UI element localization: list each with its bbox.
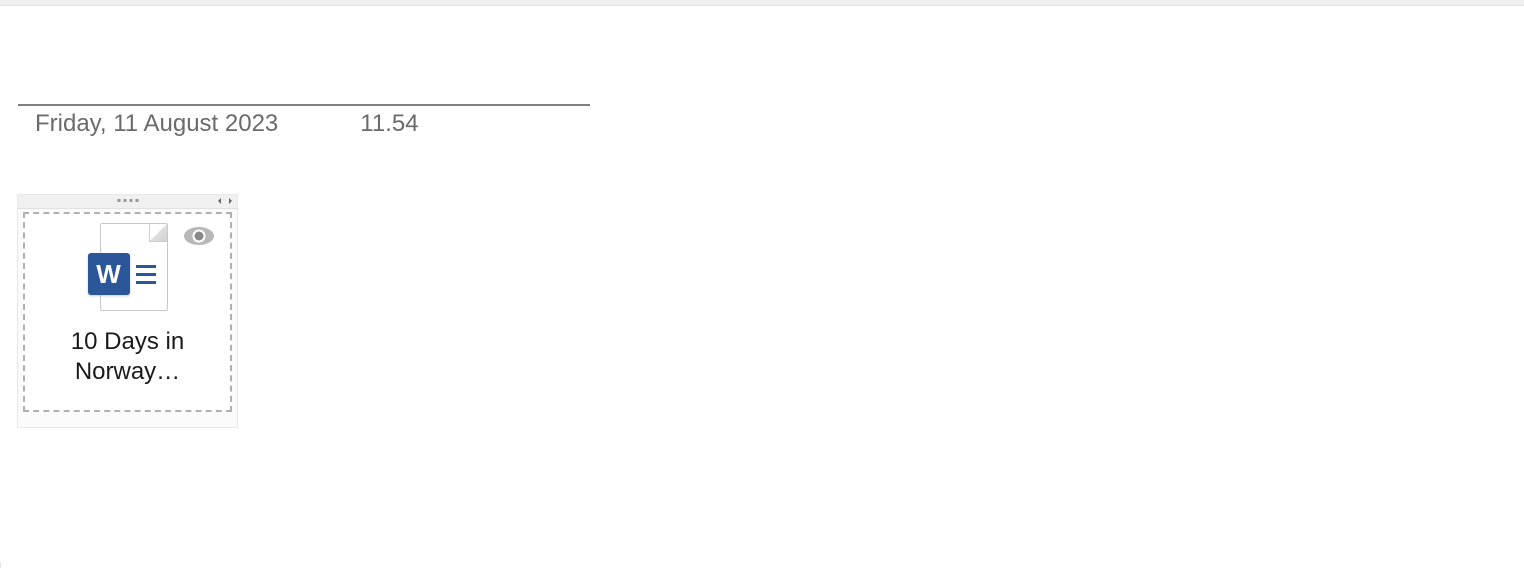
attachment-nav-arrows: [215, 196, 235, 206]
word-file-icon: W: [88, 219, 168, 315]
note-content-area: Friday, 11 August 2023 11.54: [0, 6, 1524, 562]
word-badge-icon: W: [88, 253, 130, 295]
header-divider: [18, 104, 590, 106]
attachment-container: W 10 Days in Norway…: [17, 194, 238, 428]
drag-handle-icon[interactable]: [117, 199, 138, 202]
attachment-header-bar: [18, 195, 237, 209]
attachment-file-name: 10 Days in Norway…: [38, 327, 218, 387]
preview-eye-icon[interactable]: [182, 224, 216, 253]
nav-prev-icon[interactable]: [215, 196, 225, 206]
document-lines-icon: [136, 265, 156, 284]
note-date: Friday, 11 August 2023: [35, 110, 278, 138]
note-time: 11.54: [360, 110, 418, 138]
note-date-row: Friday, 11 August 2023 11.54: [35, 110, 419, 138]
nav-next-icon[interactable]: [225, 196, 235, 206]
attachment-item[interactable]: W 10 Days in Norway…: [23, 212, 232, 412]
